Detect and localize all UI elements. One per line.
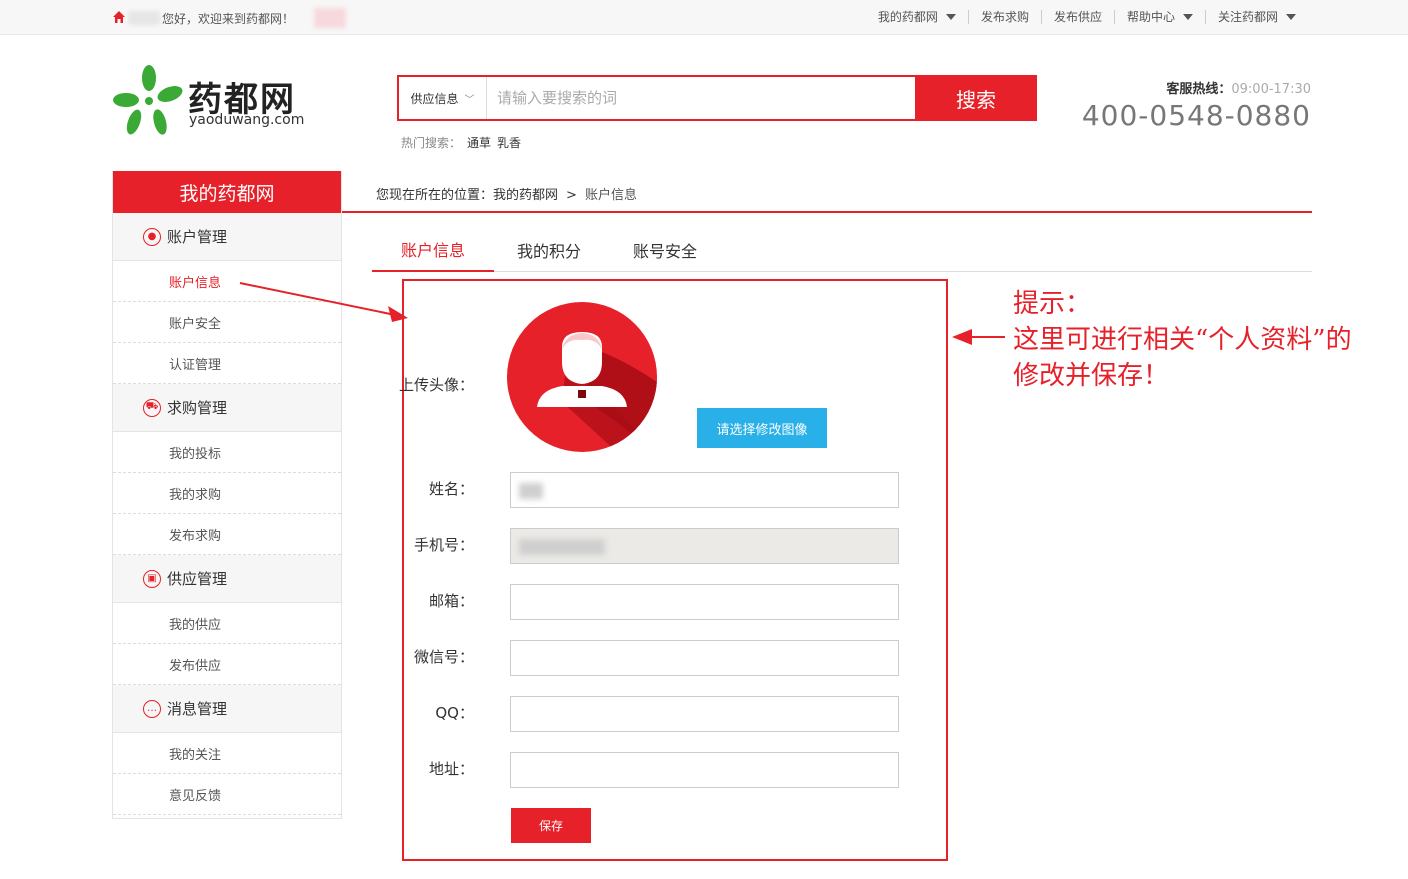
sidebar-group-purchase[interactable]: ⛟ 求购管理 — [113, 384, 341, 432]
tab-my-points[interactable]: 我的积分 — [488, 228, 610, 272]
site-logo[interactable]: 药都网 yaoduwang.com — [112, 64, 312, 138]
wechat-field[interactable] — [510, 640, 899, 676]
name-label: 姓名： — [428, 480, 474, 498]
top-nav-label: 发布供应 — [1053, 10, 1102, 24]
breadcrumb-current: 账户信息 — [584, 188, 637, 203]
tab-bar: 账户信息 我的积分 账号安全 — [372, 228, 1312, 272]
username-blurred — [128, 11, 160, 25]
upload-avatar-button[interactable]: 请选择修改图像 — [697, 408, 827, 448]
annotation-line: 修改并保存！ — [1013, 361, 1170, 391]
email-field[interactable] — [510, 584, 899, 620]
sidebar-item-feedback[interactable]: 意见反馈 — [113, 774, 341, 815]
top-nav-label: 帮助中心 — [1126, 10, 1175, 24]
annotation-line: 这里可进行相关“个人资料”的 — [1013, 325, 1352, 355]
sidebar-item-my-bids[interactable]: 我的投标 — [113, 432, 341, 473]
avatar-label: 上传头像： — [398, 376, 474, 394]
search-category-label: 供应信息 — [410, 91, 459, 106]
avatar[interactable] — [507, 302, 657, 452]
address-field[interactable] — [510, 752, 899, 788]
sidebar-item-account-info[interactable]: 账户信息 — [113, 261, 341, 302]
sidebar-item-my-purchases[interactable]: 我的求购 — [113, 473, 341, 514]
sidebar-group-messages[interactable]: … 消息管理 — [113, 685, 341, 733]
chevron-down-icon — [1182, 14, 1193, 20]
breadcrumb-separator: > — [566, 188, 577, 203]
search-input[interactable] — [487, 77, 915, 119]
chevron-down-icon — [1286, 14, 1296, 20]
top-nav-label: 发布求购 — [980, 10, 1029, 24]
sidebar-item-verification[interactable]: 认证管理 — [113, 343, 341, 384]
hotline-number: 400-0548-0880 — [1081, 99, 1311, 132]
breadcrumb: 您现在所在的位置：我的药都网 > 账户信息 — [376, 184, 637, 203]
cart-icon: ⛟ — [143, 398, 161, 417]
tab-account-security[interactable]: 账号安全 — [604, 228, 726, 272]
hot-searches: 热门搜索： 通草 乳香 — [401, 134, 521, 151]
tab-account-info[interactable]: 账户信息 — [372, 228, 494, 272]
chat-bubble-icon: … — [143, 699, 161, 718]
sidebar-group-label: 消息管理 — [167, 700, 228, 718]
hotline-label: 客服热线： — [1166, 82, 1232, 97]
top-nav-label: 关注药都网 — [1217, 10, 1278, 24]
sidebar-group-label: 求购管理 — [167, 399, 228, 417]
top-nav-post-supply[interactable]: 发布供应 — [1040, 10, 1114, 24]
breadcrumb-divider — [342, 211, 1312, 213]
annotation-line: 提示： — [1013, 289, 1092, 319]
user-badge-blurred — [314, 8, 346, 28]
phone-label: 手机号： — [413, 536, 474, 554]
sidebar-group-account[interactable]: ● 账户管理 — [113, 213, 341, 261]
hot-searches-label: 热门搜索： — [401, 136, 462, 150]
save-button[interactable]: 保存 — [511, 808, 591, 843]
leaf-logo-icon — [113, 65, 183, 135]
top-nav-my-yaodu[interactable]: 我的药都网 — [866, 10, 968, 24]
sidebar-item-my-supply[interactable]: 我的供应 — [113, 603, 341, 644]
address-label: 地址： — [428, 760, 474, 778]
phone-field — [510, 528, 899, 564]
sidebar-group-label: 账户管理 — [167, 228, 228, 246]
search-bar: 供应信息 ﹀ 搜索 — [397, 75, 1037, 121]
search-category-select[interactable]: 供应信息 ﹀ — [399, 77, 487, 119]
sidebar-title[interactable]: 我的药都网 — [113, 171, 341, 213]
top-nav-follow[interactable]: 关注药都网 — [1204, 10, 1308, 24]
phone-value-blurred — [519, 539, 605, 555]
name-field[interactable] — [510, 472, 899, 508]
home-icon[interactable] — [112, 10, 126, 24]
chevron-down-icon — [945, 14, 956, 20]
user-icon: ● — [143, 227, 161, 246]
welcome-text: 您好，欢迎来到药都网！ — [162, 12, 295, 26]
breadcrumb-prefix: 您现在所在的位置： — [376, 188, 494, 203]
search-button[interactable]: 搜索 — [915, 75, 1037, 121]
chevron-down-icon: ﹀ — [464, 94, 475, 106]
breadcrumb-root-link[interactable]: 我的药都网 — [493, 188, 558, 203]
wechat-label: 微信号： — [413, 648, 474, 666]
top-nav-post-purchase[interactable]: 发布求购 — [967, 10, 1041, 24]
hotline-hours: 09:00-17:30 — [1231, 82, 1311, 97]
logo-url: yaoduwang.com — [189, 112, 305, 128]
default-user-avatar-icon — [537, 332, 657, 452]
sidebar-item-post-supply[interactable]: 发布供应 — [113, 644, 341, 685]
sidebar-item-account-security[interactable]: 账户安全 — [113, 302, 341, 343]
arrow-head-icon — [952, 329, 972, 345]
sidebar-item-post-purchase[interactable]: 发布求购 — [113, 514, 341, 555]
hot-search-link[interactable]: 乳香 — [497, 136, 521, 150]
customer-hotline: 客服热线：09:00-17:30 400-0548-0880 — [1082, 78, 1311, 132]
sidebar-group-label: 供应管理 — [167, 570, 228, 588]
bag-icon: ▣ — [143, 569, 161, 588]
annotation-tip: 提示： 这里可进行相关“个人资料”的 修改并保存！ — [1013, 286, 1352, 394]
qq-field[interactable] — [510, 696, 899, 732]
sidebar: 我的药都网 ● 账户管理 账户信息 账户安全 认证管理 ⛟ 求购管理 我的投标 … — [112, 171, 342, 819]
name-value-blurred — [519, 483, 543, 499]
top-nav: 我的药都网 发布求购 发布供应 帮助中心 关注药都网 — [866, 10, 1308, 24]
email-label: 邮箱： — [428, 592, 474, 610]
hot-search-link[interactable]: 通草 — [467, 136, 491, 150]
qq-label: QQ： — [435, 704, 474, 722]
top-nav-label: 我的药都网 — [877, 10, 938, 24]
top-bar: 您好，欢迎来到药都网！ 我的药都网 发布求购 发布供应 帮助中心 关注药都网 — [0, 0, 1408, 35]
top-nav-help[interactable]: 帮助中心 — [1113, 10, 1205, 24]
sidebar-group-supply[interactable]: ▣ 供应管理 — [113, 555, 341, 603]
sidebar-item-my-follows[interactable]: 我的关注 — [113, 733, 341, 774]
